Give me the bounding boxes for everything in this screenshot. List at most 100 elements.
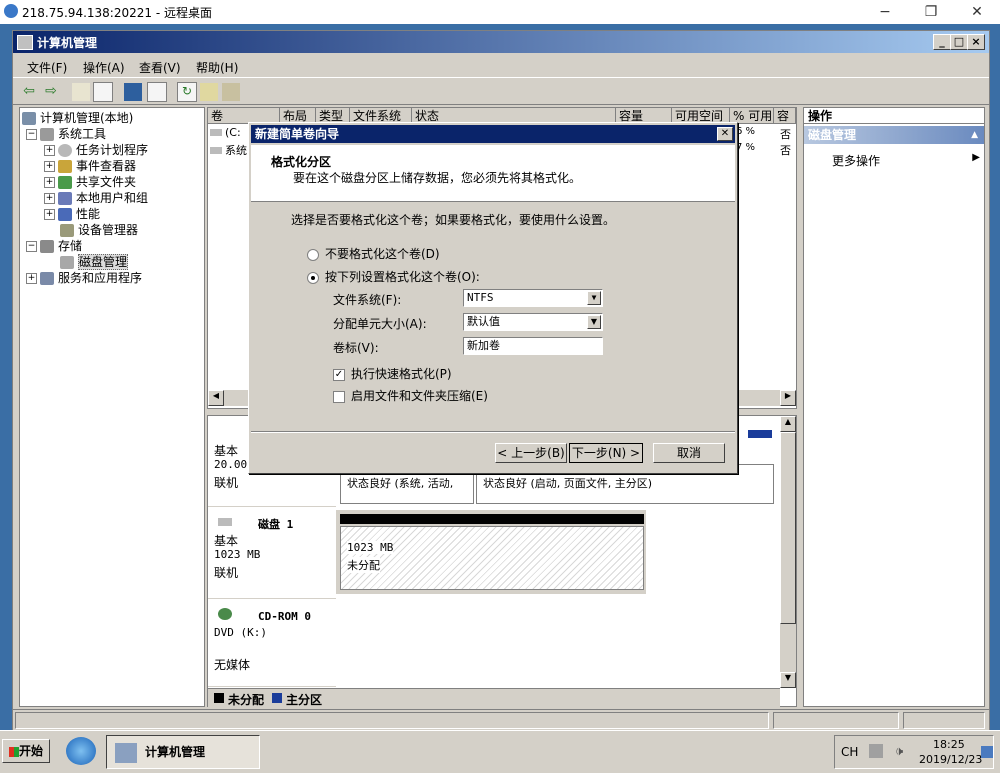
mmc-restore-button[interactable]: □: [950, 34, 968, 50]
next-button[interactable]: 下一步(N) >: [569, 443, 643, 463]
expand-icon[interactable]: +: [44, 145, 55, 156]
radio-no-format[interactable]: 不要格式化这个卷(D): [307, 245, 440, 262]
disk0-type: 基本: [214, 444, 239, 458]
rdp-minimize-button[interactable]: −: [862, 0, 908, 24]
dialog-header-title: 格式化分区: [271, 155, 332, 169]
checkbox-checked[interactable]: ✓: [333, 368, 345, 381]
actions-section-disk-management[interactable]: 磁盘管理 ▲: [804, 126, 984, 144]
disk-settings-icon[interactable]: [221, 82, 241, 102]
checkbox-unchecked[interactable]: [333, 390, 345, 403]
event-viewer-icon: [58, 160, 72, 173]
back-arrow-icon[interactable]: ⇦: [19, 82, 39, 102]
volume-row[interactable]: (C:: [210, 126, 241, 139]
allocation-unit-select[interactable]: 默认值 ▼: [463, 313, 603, 331]
collapse-up-icon[interactable]: ▲: [971, 126, 978, 144]
back-button[interactable]: < 上一步(B): [495, 443, 567, 463]
volume-pct-free: 6 %: [736, 126, 756, 137]
dialog-divider: [251, 431, 735, 433]
vertical-scrollbar[interactable]: ▲ ▼: [780, 416, 796, 688]
menu-view[interactable]: 查看(V): [139, 59, 181, 76]
cancel-button[interactable]: 取消: [653, 443, 725, 463]
up-folder-icon[interactable]: [71, 82, 91, 102]
rdp-maximize-button[interactable]: ❐: [908, 0, 954, 24]
clock-time[interactable]: 18:25: [933, 738, 965, 751]
tree-disk-management-label: 磁盘管理: [78, 254, 129, 270]
status-panel: [773, 712, 899, 729]
tree-task-scheduler[interactable]: + 任务计划程序: [44, 142, 148, 158]
cdrom-info[interactable]: CD-ROM 0 DVD (K:) 无媒体: [208, 602, 336, 687]
expand-icon[interactable]: +: [44, 209, 55, 220]
partition-status: 状态良好 (系统, 活动,: [347, 477, 454, 490]
expand-icon[interactable]: +: [44, 161, 55, 172]
tree-storage[interactable]: − 存储: [26, 238, 82, 254]
legend-swatch-unallocated: [214, 693, 224, 703]
dialog-close-button[interactable]: ✕: [717, 127, 733, 141]
tree-local-users-label: 本地用户和组: [76, 191, 149, 205]
radio-no-format-label: 不要格式化这个卷(D): [325, 247, 440, 261]
storage-icon: [40, 240, 54, 253]
mmc-minimize-button[interactable]: _: [933, 34, 951, 50]
tree-performance[interactable]: + 性能: [44, 206, 100, 222]
forward-arrow-icon[interactable]: ⇨: [41, 82, 61, 102]
expand-icon[interactable]: +: [44, 177, 55, 188]
allocation-unit-value: 默认值: [467, 315, 500, 328]
volume-row[interactable]: 系统: [210, 142, 247, 158]
radio-button-selected[interactable]: [307, 271, 319, 284]
internet-explorer-icon[interactable]: [66, 737, 96, 765]
menu-help[interactable]: 帮助(H): [196, 59, 238, 76]
tree-device-manager[interactable]: 设备管理器: [60, 222, 138, 238]
tree-system-tools[interactable]: − 系统工具: [26, 126, 106, 142]
speaker-icon[interactable]: 🕩: [895, 744, 903, 759]
rdp-close-button[interactable]: ✕: [954, 0, 1000, 24]
scroll-up-icon[interactable]: ▲: [780, 416, 796, 432]
collapse-icon[interactable]: −: [26, 129, 37, 140]
volume-label-input[interactable]: 新加卷: [463, 337, 603, 355]
mmc-close-button[interactable]: ×: [967, 34, 985, 50]
compression-checkbox[interactable]: 启用文件和文件夹压缩(E): [333, 387, 488, 404]
filesystem-select[interactable]: NTFS ▼: [463, 289, 603, 307]
radio-button[interactable]: [307, 248, 319, 261]
quick-format-checkbox[interactable]: ✓ 执行快速格式化(P): [333, 365, 452, 382]
show-desktop-icon[interactable]: [981, 746, 993, 758]
scroll-right-icon[interactable]: ▶: [780, 390, 796, 406]
shared-folder-icon: [58, 176, 72, 189]
dialog-title: 新建简单卷向导: [255, 127, 340, 141]
language-indicator[interactable]: CH: [841, 745, 858, 759]
tree-services-apps[interactable]: + 服务和应用程序: [26, 270, 142, 286]
radio-format[interactable]: 按下列设置格式化这个卷(O):: [307, 268, 480, 285]
start-button[interactable]: 开始: [2, 739, 50, 763]
tree-event-viewer[interactable]: + 事件查看器: [44, 158, 136, 174]
disk1-partition-unallocated[interactable]: 1023 MB 未分配: [340, 526, 644, 590]
tree-local-users[interactable]: + 本地用户和组: [44, 190, 148, 206]
col-fault-tolerance[interactable]: 容: [774, 108, 796, 124]
refresh-icon[interactable]: ↻: [177, 82, 197, 102]
properties-icon[interactable]: [199, 82, 219, 102]
scroll-down-icon[interactable]: ▼: [780, 672, 796, 688]
expand-icon[interactable]: +: [44, 193, 55, 204]
computer-management-icon: [115, 742, 137, 763]
collapse-icon[interactable]: −: [26, 241, 37, 252]
system-tray: CH 🕩 18:25 2019/12/23: [834, 735, 994, 769]
windows-logo-icon: [8, 746, 19, 757]
legend-swatch-primary: [272, 693, 282, 703]
tree-disk-management[interactable]: 磁盘管理: [60, 254, 129, 270]
chevron-down-icon[interactable]: ▼: [587, 315, 601, 329]
more-actions[interactable]: 更多操作 ▶: [832, 152, 980, 169]
scroll-left-icon[interactable]: ◀: [208, 390, 224, 406]
show-action-pane-icon[interactable]: [147, 82, 167, 102]
clock-date[interactable]: 2019/12/23: [919, 753, 982, 766]
chevron-down-icon[interactable]: ▼: [587, 291, 601, 305]
show-hide-tree-icon[interactable]: [93, 82, 113, 102]
dialog-header-subtitle: 要在这个磁盘分区上储存数据，您必须先将其格式化。: [293, 171, 582, 185]
tree-root[interactable]: 计算机管理(本地): [22, 110, 133, 126]
network-icon[interactable]: [869, 744, 883, 758]
menu-file[interactable]: 文件(F): [27, 59, 67, 76]
help-icon[interactable]: [123, 82, 143, 102]
tree-shared-folders[interactable]: + 共享文件夹: [44, 174, 136, 190]
scroll-thumb[interactable]: [780, 432, 796, 624]
menu-action[interactable]: 操作(A): [83, 59, 125, 76]
expand-icon[interactable]: +: [26, 273, 37, 284]
taskbar-item-computer-management[interactable]: 计算机管理: [106, 735, 260, 769]
disk1-info[interactable]: 磁盘 1 基本 1023 MB 联机: [208, 510, 336, 599]
cdrom-status: 无媒体: [214, 658, 251, 672]
